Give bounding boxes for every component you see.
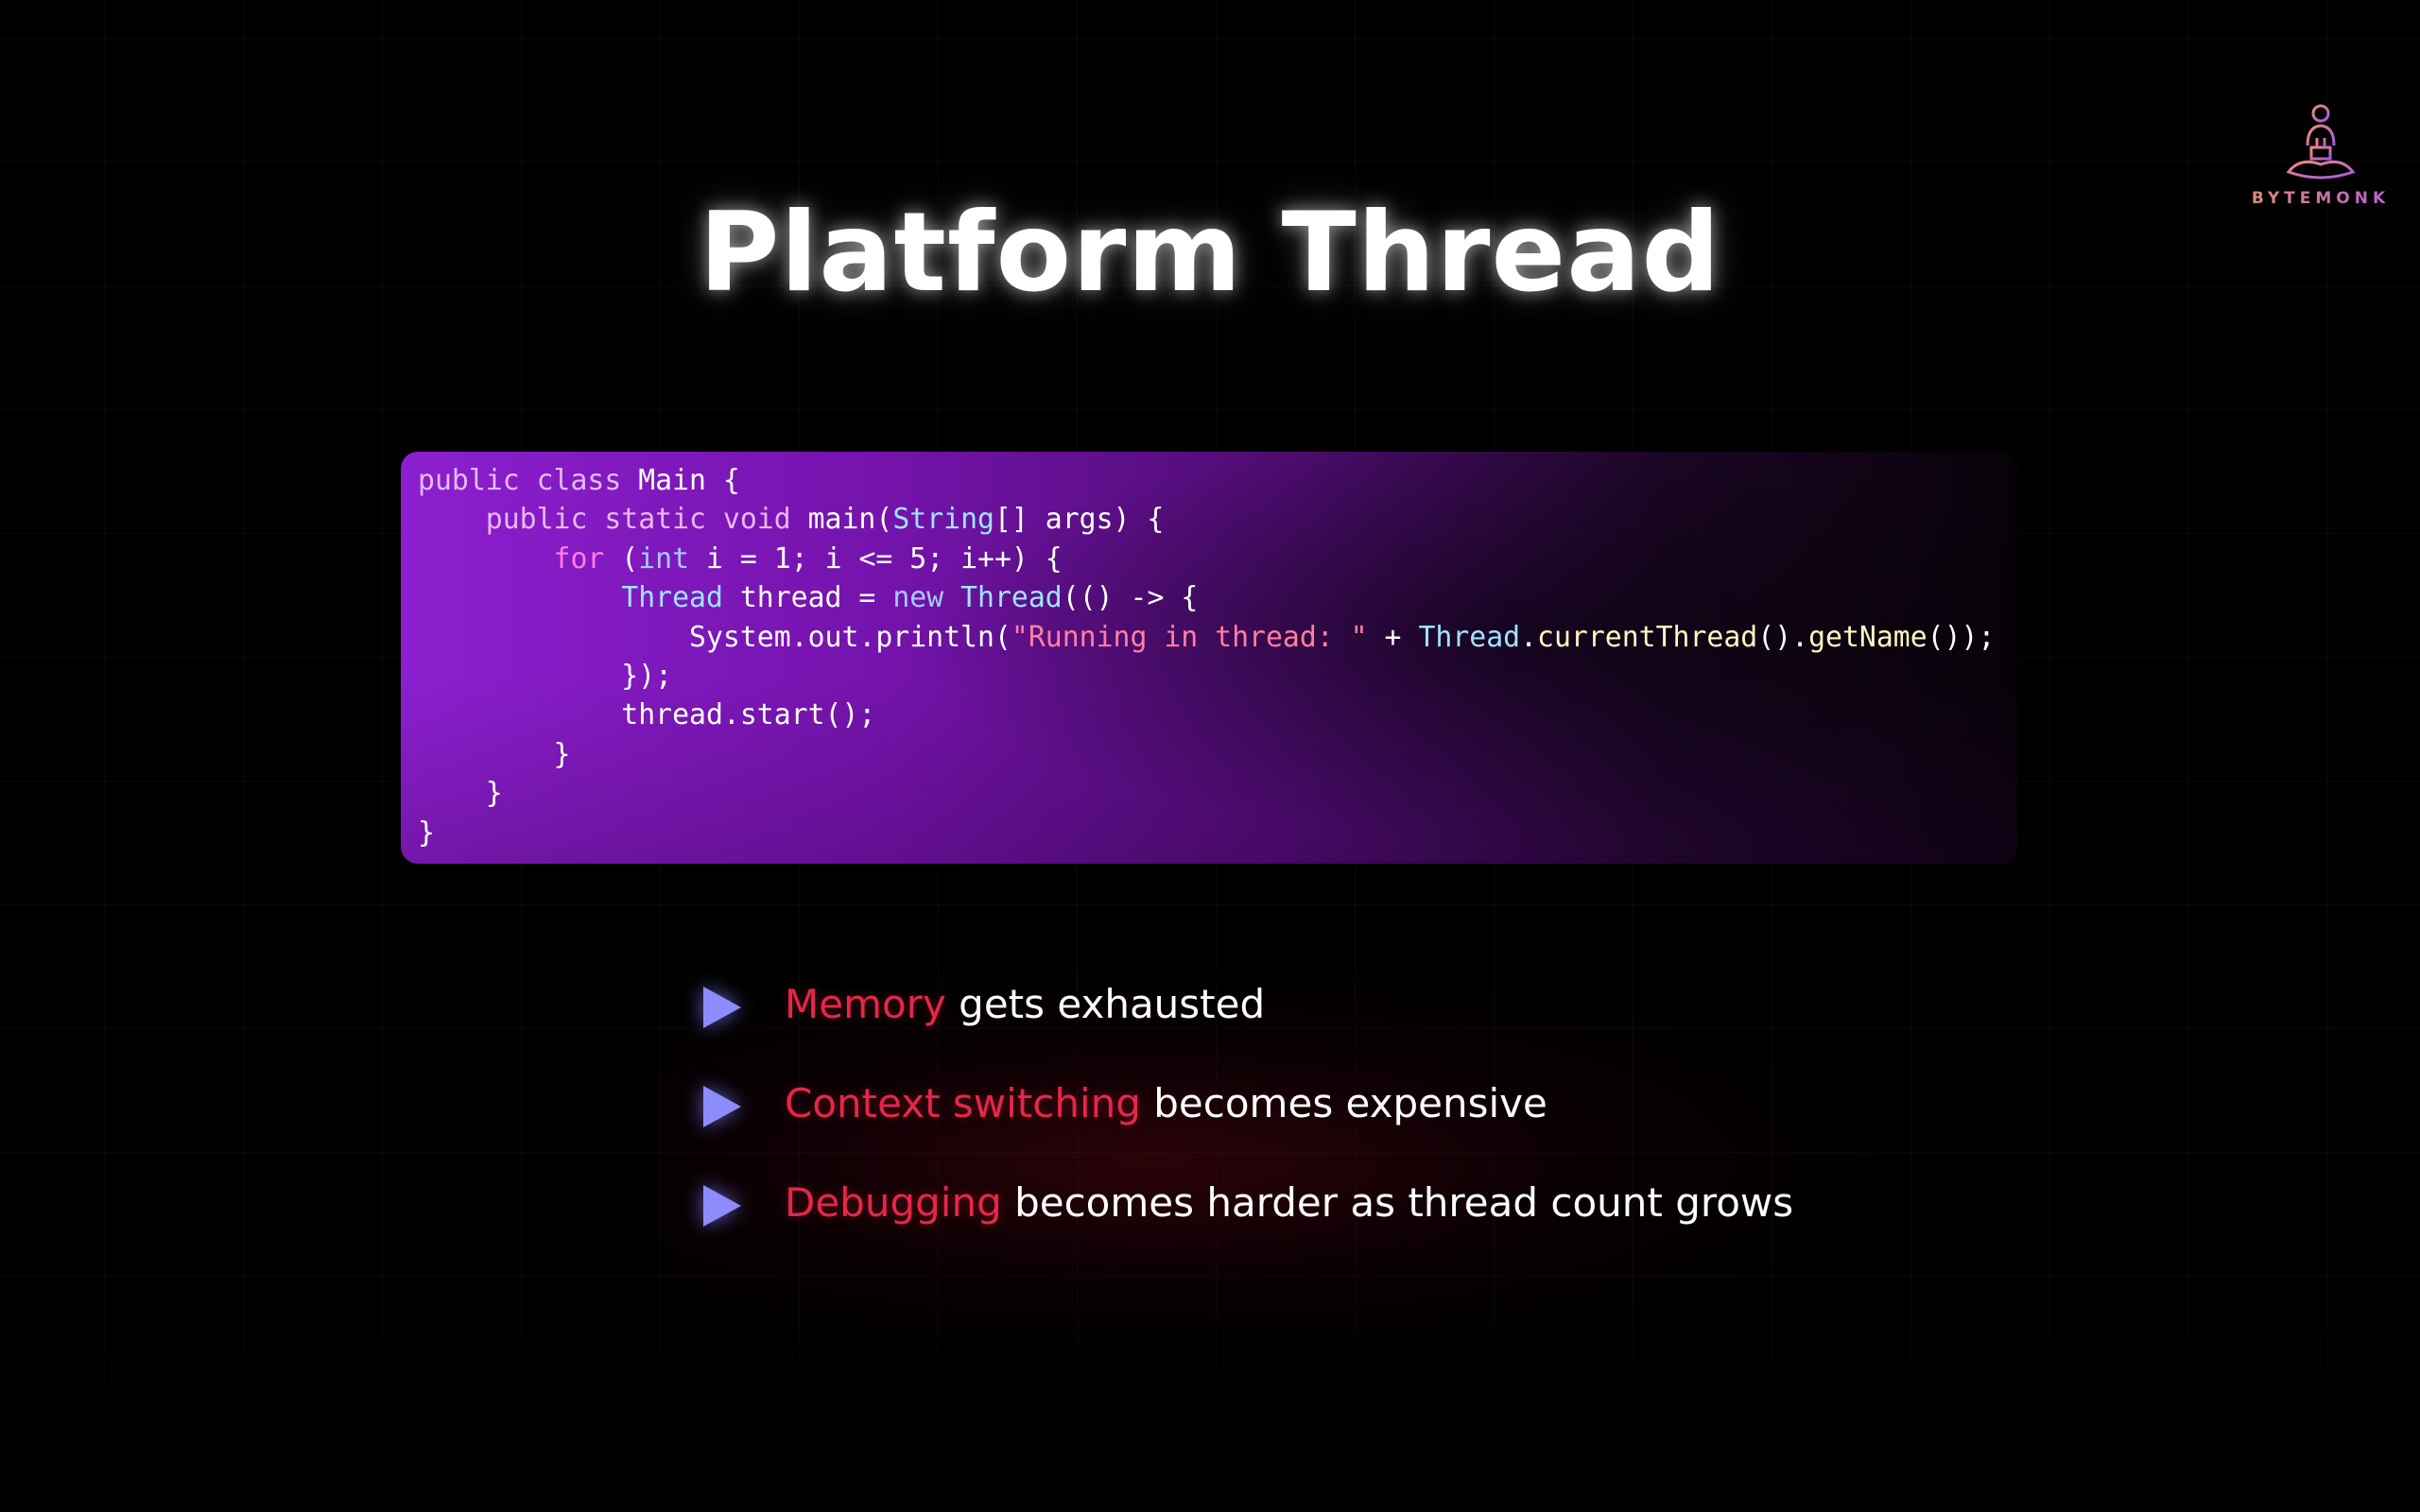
code-token: System.out.println( bbox=[418, 620, 1011, 654]
code-token: }); bbox=[418, 659, 673, 693]
code-line: }); bbox=[418, 657, 1995, 696]
code-token: public static void bbox=[418, 503, 808, 537]
code-token: String bbox=[892, 503, 994, 537]
meditating-monk-icon bbox=[2286, 104, 2356, 180]
code-token: i = 1; i <= 5; i++) { bbox=[689, 541, 1063, 576]
code-token: public class bbox=[418, 464, 639, 497]
code-token: new bbox=[892, 581, 944, 615]
code-token: int bbox=[638, 541, 690, 576]
code-line: } bbox=[418, 814, 1995, 852]
code-token: Main { bbox=[638, 464, 740, 497]
code-panel: public class Main { public static void m… bbox=[401, 452, 2017, 864]
bullet-highlight: Memory bbox=[785, 981, 946, 1027]
bullet-text: Context switching becomes expensive bbox=[785, 1080, 1547, 1126]
play-triangle-icon bbox=[703, 987, 741, 1028]
play-triangle-icon bbox=[703, 1086, 741, 1127]
code-token: } bbox=[418, 737, 571, 771]
code-token: ()); bbox=[1927, 620, 1996, 654]
code-block: public class Main { public static void m… bbox=[418, 461, 1995, 852]
code-token: ( bbox=[604, 541, 639, 576]
code-token: thread.start(); bbox=[418, 698, 876, 732]
code-token: (() -> { bbox=[1062, 581, 1199, 615]
code-token: [] args) { bbox=[994, 503, 1165, 537]
bullet-item: Debugging becomes harder as thread count… bbox=[700, 1172, 2023, 1238]
code-line: public static void main(String[] args) { bbox=[418, 500, 1995, 539]
code-token: } bbox=[418, 816, 435, 850]
code-line: System.out.println("Running in thread: "… bbox=[418, 618, 1995, 657]
code-token: (). bbox=[1757, 620, 1809, 654]
bullet-highlight: Context switching bbox=[785, 1080, 1141, 1126]
play-triangle-icon bbox=[703, 1185, 741, 1227]
bullet-item: Memory gets exhausted bbox=[700, 973, 2023, 1040]
bullet-highlight: Debugging bbox=[785, 1179, 1002, 1226]
code-line: for (int i = 1; i <= 5; i++) { bbox=[418, 540, 1995, 578]
code-token: for bbox=[553, 541, 605, 576]
code-line: thread.start(); bbox=[418, 696, 1995, 734]
code-line: } bbox=[418, 774, 1995, 813]
code-token: "Running in thread: " bbox=[1011, 620, 1368, 654]
code-token: Thread bbox=[621, 581, 723, 615]
code-token: currentThread bbox=[1537, 620, 1758, 654]
code-line: Thread thread = new Thread(() -> { bbox=[418, 578, 1995, 617]
code-token: Thread bbox=[1418, 620, 1521, 654]
bottom-fade bbox=[0, 1304, 2420, 1512]
code-line: } bbox=[418, 735, 1995, 774]
code-token: } bbox=[418, 777, 503, 811]
page-title: Platform Thread bbox=[699, 189, 1721, 317]
bullet-rest: becomes harder as thread count grows bbox=[1001, 1179, 1794, 1226]
code-token: thread = bbox=[722, 581, 893, 615]
bullet-rest: becomes expensive bbox=[1140, 1080, 1547, 1126]
code-token: getName bbox=[1808, 620, 1927, 654]
bullet-text: Debugging becomes harder as thread count… bbox=[785, 1179, 1793, 1226]
code-token: . bbox=[1520, 620, 1538, 654]
bullet-item: Context switching becomes expensive bbox=[700, 1073, 2023, 1139]
code-token: + bbox=[1367, 620, 1419, 654]
bullet-rest: gets exhausted bbox=[945, 981, 1266, 1027]
code-line: public class Main { bbox=[418, 461, 1995, 500]
bullet-text: Memory gets exhausted bbox=[785, 981, 1265, 1027]
code-token: Thread bbox=[960, 581, 1063, 615]
code-token: main( bbox=[807, 503, 893, 537]
